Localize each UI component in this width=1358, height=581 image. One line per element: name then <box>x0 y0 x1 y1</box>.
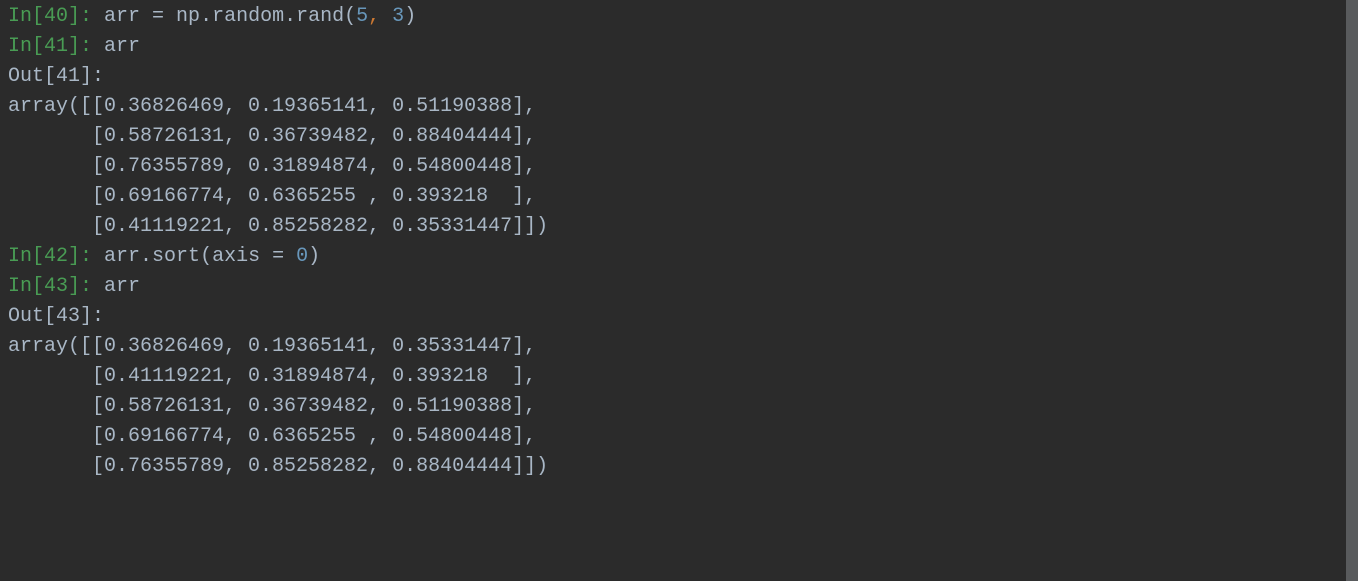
prompt-in: In[40]: <box>8 5 92 28</box>
prompt-out: Out[43]: <box>8 305 104 328</box>
prompt-in: In[42]: <box>8 245 92 268</box>
array-output-row: [0.69166774, 0.6365255 , 0.54800448], <box>8 422 1350 452</box>
array-output-row: [0.41119221, 0.85258282, 0.35331447]]) <box>8 212 1350 242</box>
input-line-42: In[42]: arr.sort(axis = 0) <box>8 242 1350 272</box>
array-output-row: [0.76355789, 0.31894874, 0.54800448], <box>8 152 1350 182</box>
array-output-row: [0.41119221, 0.31894874, 0.393218 ], <box>8 362 1350 392</box>
array-output-row: array([[0.36826469, 0.19365141, 0.511903… <box>8 92 1350 122</box>
prompt-out: Out[41]: <box>8 65 104 88</box>
input-line-41: In[41]: arr <box>8 32 1350 62</box>
input-line-40: In[40]: arr = np.random.rand(5, 3) <box>8 2 1350 32</box>
array-output-row: [0.58726131, 0.36739482, 0.51190388], <box>8 392 1350 422</box>
prompt-in: In[41]: <box>8 35 92 58</box>
array-output-row: [0.76355789, 0.85258282, 0.88404444]]) <box>8 452 1350 482</box>
console-output[interactable]: In[40]: arr = np.random.rand(5, 3) In[41… <box>8 2 1350 482</box>
array-output-row: [0.69166774, 0.6365255 , 0.393218 ], <box>8 182 1350 212</box>
output-prompt-41: Out[41]: <box>8 62 1350 92</box>
input-line-43: In[43]: arr <box>8 272 1350 302</box>
output-prompt-43: Out[43]: <box>8 302 1350 332</box>
scrollbar-thumb[interactable] <box>1346 0 1358 581</box>
vertical-scrollbar[interactable] <box>1346 0 1358 581</box>
prompt-in: In[43]: <box>8 275 92 298</box>
array-output-row: [0.58726131, 0.36739482, 0.88404444], <box>8 122 1350 152</box>
array-output-row: array([[0.36826469, 0.19365141, 0.353314… <box>8 332 1350 362</box>
